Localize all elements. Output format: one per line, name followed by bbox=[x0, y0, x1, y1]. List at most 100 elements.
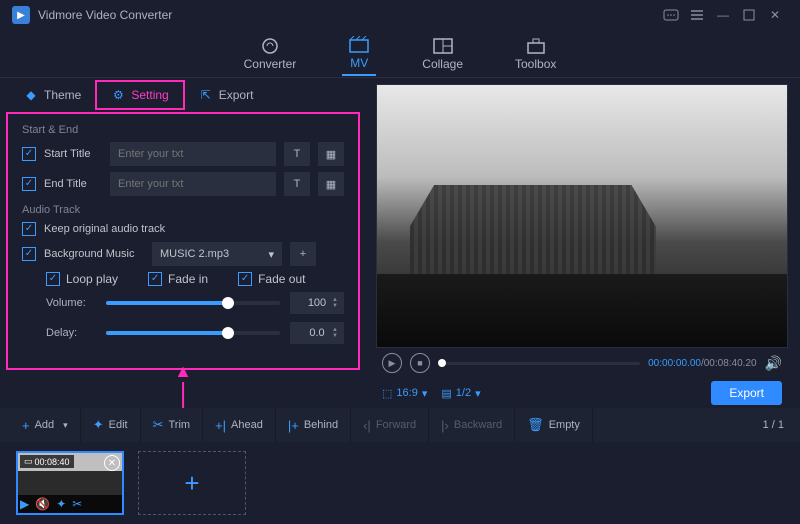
edit-button[interactable]: ✦Edit bbox=[81, 408, 141, 442]
app-logo-icon: ▶ bbox=[12, 6, 30, 24]
scissors-icon: ✂ bbox=[153, 417, 164, 433]
text-icon: T bbox=[294, 148, 301, 160]
maximize-button[interactable] bbox=[736, 5, 762, 25]
annotation-arrow-icon: ▲ bbox=[174, 361, 192, 408]
trash-icon: 🗑 bbox=[527, 417, 544, 433]
export-button[interactable]: Export bbox=[711, 381, 782, 405]
chevron-down-icon: ▾ bbox=[63, 420, 68, 431]
page-dropdown[interactable]: ▤ 1/2 ▾ bbox=[441, 387, 480, 400]
stop-icon: ■ bbox=[417, 358, 422, 368]
backward-button[interactable]: |›Backward bbox=[429, 408, 515, 442]
left-panel: ◆ Theme ⚙ Setting ⇱ Export Start & End S… bbox=[0, 78, 370, 408]
play-icon: ▶ bbox=[389, 358, 396, 369]
trim-button[interactable]: ✂Trim bbox=[141, 408, 204, 442]
remove-clip-button[interactable]: ✕ bbox=[104, 455, 120, 471]
delay-label: Delay: bbox=[46, 327, 96, 339]
forward-button[interactable]: ‹|Forward bbox=[351, 408, 429, 442]
volume-slider[interactable] bbox=[106, 301, 280, 305]
nav-label: Collage bbox=[422, 57, 463, 71]
aspect-dropdown[interactable]: ⬚ 16:9 ▾ bbox=[382, 387, 427, 400]
plus-icon: + bbox=[300, 248, 306, 260]
volume-icon[interactable]: 🔊 bbox=[765, 355, 782, 372]
end-title-grid-button[interactable]: ▦ bbox=[318, 172, 344, 196]
nav-toolbox[interactable]: Toolbox bbox=[509, 33, 562, 75]
empty-button[interactable]: 🗑Empty bbox=[515, 408, 593, 442]
fade-out-checkbox[interactable] bbox=[238, 272, 252, 286]
theme-icon: ◆ bbox=[24, 88, 38, 102]
clip-star-icon[interactable]: ✦ bbox=[56, 497, 66, 511]
add-button[interactable]: +Add▾ bbox=[10, 408, 81, 442]
ahead-button[interactable]: +|Ahead bbox=[203, 408, 276, 442]
bg-music-checkbox[interactable] bbox=[22, 247, 36, 261]
timecode: 00:00:00.00/00:08:40.20 bbox=[648, 358, 756, 369]
start-title-font-button[interactable]: T bbox=[284, 142, 310, 166]
text-icon: T bbox=[294, 178, 301, 190]
add-clip-button[interactable]: + bbox=[138, 451, 246, 515]
clip-trim-icon[interactable]: ✂ bbox=[72, 497, 82, 511]
video-preview[interactable] bbox=[376, 84, 788, 348]
clip-mute-icon[interactable]: 🔇 bbox=[35, 497, 50, 511]
end-title-checkbox[interactable] bbox=[22, 177, 36, 191]
feedback-icon[interactable] bbox=[658, 5, 684, 25]
keep-original-checkbox[interactable] bbox=[22, 222, 36, 236]
loop-checkbox[interactable] bbox=[46, 272, 60, 286]
nav-label: Toolbox bbox=[515, 57, 556, 71]
play-button[interactable]: ▶ bbox=[382, 353, 402, 373]
section-audio-track: Audio Track bbox=[22, 204, 344, 216]
tab-label: Theme bbox=[44, 88, 81, 102]
end-title-font-button[interactable]: T bbox=[284, 172, 310, 196]
close-button[interactable]: ✕ bbox=[762, 5, 788, 25]
seek-slider[interactable] bbox=[438, 362, 640, 365]
add-music-button[interactable]: + bbox=[290, 242, 316, 266]
start-title-checkbox[interactable] bbox=[22, 147, 36, 161]
subtab-bar: ◆ Theme ⚙ Setting ⇱ Export bbox=[0, 78, 370, 112]
page-indicator: 1 / 1 bbox=[763, 419, 790, 431]
top-nav: Converter MV Collage Toolbox bbox=[0, 30, 800, 78]
tab-export[interactable]: ⇱ Export bbox=[185, 82, 268, 108]
tab-theme[interactable]: ◆ Theme bbox=[10, 82, 95, 108]
bg-music-value: MUSIC 2.mp3 bbox=[160, 248, 229, 260]
titlebar: ▶ Vidmore Video Converter — ✕ bbox=[0, 0, 800, 30]
backward-icon: |› bbox=[441, 418, 449, 433]
keep-original-label: Keep original audio track bbox=[44, 223, 165, 235]
film-icon: ▭ bbox=[24, 456, 33, 467]
settings-panel: Start & End Start Title T ▦ End Title T … bbox=[6, 112, 360, 370]
preview-options: ⬚ 16:9 ▾ ▤ 1/2 ▾ Export bbox=[376, 378, 788, 408]
clip-row: ▭00:08:40 ✕ ▶ 🔇 ✦ ✂ + bbox=[0, 442, 800, 524]
tab-setting[interactable]: ⚙ Setting bbox=[95, 80, 184, 110]
start-title-input[interactable] bbox=[110, 142, 276, 166]
nav-label: Converter bbox=[244, 57, 297, 71]
minimize-button[interactable]: — bbox=[710, 5, 736, 25]
playback-bar: ▶ ■ 00:00:00.00/00:08:40.20 🔊 bbox=[376, 348, 788, 378]
plus-icon: + bbox=[22, 418, 30, 433]
bg-music-label: Background Music bbox=[44, 248, 144, 260]
aspect-icon: ⬚ bbox=[382, 387, 392, 400]
bottom-toolbar: +Add▾ ✦Edit ✂Trim +|Ahead |+Behind ‹|For… bbox=[0, 408, 800, 442]
fade-in-checkbox[interactable] bbox=[148, 272, 162, 286]
stop-button[interactable]: ■ bbox=[410, 353, 430, 373]
nav-converter[interactable]: Converter bbox=[238, 33, 303, 75]
bg-music-select[interactable]: MUSIC 2.mp3 ▾ bbox=[152, 242, 282, 266]
nav-collage[interactable]: Collage bbox=[416, 33, 469, 75]
start-title-grid-button[interactable]: ▦ bbox=[318, 142, 344, 166]
menu-icon[interactable] bbox=[684, 5, 710, 25]
forward-icon: ‹| bbox=[363, 418, 371, 433]
clip-thumbnail[interactable]: ▭00:08:40 ✕ ▶ 🔇 ✦ ✂ bbox=[16, 451, 124, 515]
plus-icon: + bbox=[184, 468, 199, 499]
end-title-input[interactable] bbox=[110, 172, 276, 196]
stepper-icon: ▲▼ bbox=[332, 292, 342, 314]
start-title-label: Start Title bbox=[44, 148, 102, 160]
delay-input[interactable]: 0.0 ▲▼ bbox=[290, 322, 344, 344]
nav-mv[interactable]: MV bbox=[342, 32, 376, 76]
chevron-down-icon: ▾ bbox=[422, 387, 428, 400]
toolbox-icon bbox=[525, 37, 547, 55]
end-title-label: End Title bbox=[44, 178, 102, 190]
tab-label: Setting bbox=[131, 88, 168, 102]
clip-play-icon[interactable]: ▶ bbox=[20, 497, 29, 511]
volume-input[interactable]: 100 ▲▼ bbox=[290, 292, 344, 314]
gear-icon: ⚙ bbox=[111, 88, 125, 102]
behind-button[interactable]: |+Behind bbox=[276, 408, 351, 442]
delay-slider[interactable] bbox=[106, 331, 280, 335]
chevron-down-icon: ▾ bbox=[475, 387, 481, 400]
right-panel: ▶ ■ 00:00:00.00/00:08:40.20 🔊 ⬚ 16:9 ▾ ▤… bbox=[370, 78, 800, 408]
